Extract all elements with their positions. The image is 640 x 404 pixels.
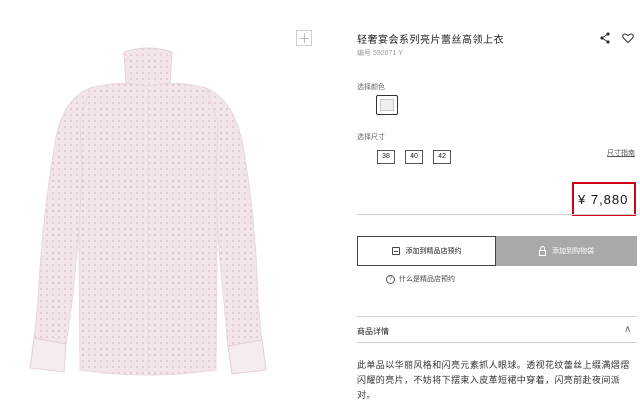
product-title: 轻奢宴会系列亮片蕾丝高领上衣 (357, 35, 504, 46)
details-title: 商品详情 (357, 327, 389, 336)
product-sku: 编号 592071 Y (357, 50, 403, 57)
color-label: 选择颜色 (357, 84, 385, 91)
share-icon[interactable] (600, 32, 610, 44)
reserve-in-boutique-button[interactable]: 添加到精品店预约 (357, 236, 496, 266)
size-guide-link[interactable]: 尺寸指南 (607, 148, 635, 158)
size-option-40[interactable]: 40 (405, 150, 423, 164)
question-icon: ? (386, 274, 395, 284)
lock-icon (539, 245, 546, 256)
reservation-help-link[interactable]: ? 什么是精品店预约 (386, 274, 455, 284)
store-icon (391, 247, 400, 255)
product-image (20, 40, 275, 380)
price: ¥ 7,880 (578, 192, 629, 207)
details-description: 此单品以华丽风格和闪亮元素抓人眼球。透视花纹蕾丝上缀满熠熠闪耀的亮片，不妨将下摆… (357, 360, 630, 400)
color-swatch[interactable] (376, 95, 398, 115)
divider (357, 214, 637, 215)
help-label: 什么是精品店预约 (399, 276, 455, 283)
divider (357, 342, 637, 343)
cart-button-label: 添加到购物袋 (552, 248, 594, 255)
size-option-42[interactable]: 42 (433, 150, 451, 164)
color-swatch-fill (380, 99, 394, 111)
size-option-38[interactable]: 38 (377, 150, 395, 164)
divider (357, 316, 637, 317)
reserve-button-label: 添加到精品店预约 (405, 248, 462, 255)
heart-icon[interactable] (622, 32, 634, 44)
plus-icon[interactable] (296, 30, 312, 46)
chevron-up-icon[interactable]: ∧ (624, 324, 631, 335)
size-label: 选择尺寸 (357, 134, 385, 141)
add-to-bag-button[interactable]: 添加到购物袋 (496, 236, 637, 266)
